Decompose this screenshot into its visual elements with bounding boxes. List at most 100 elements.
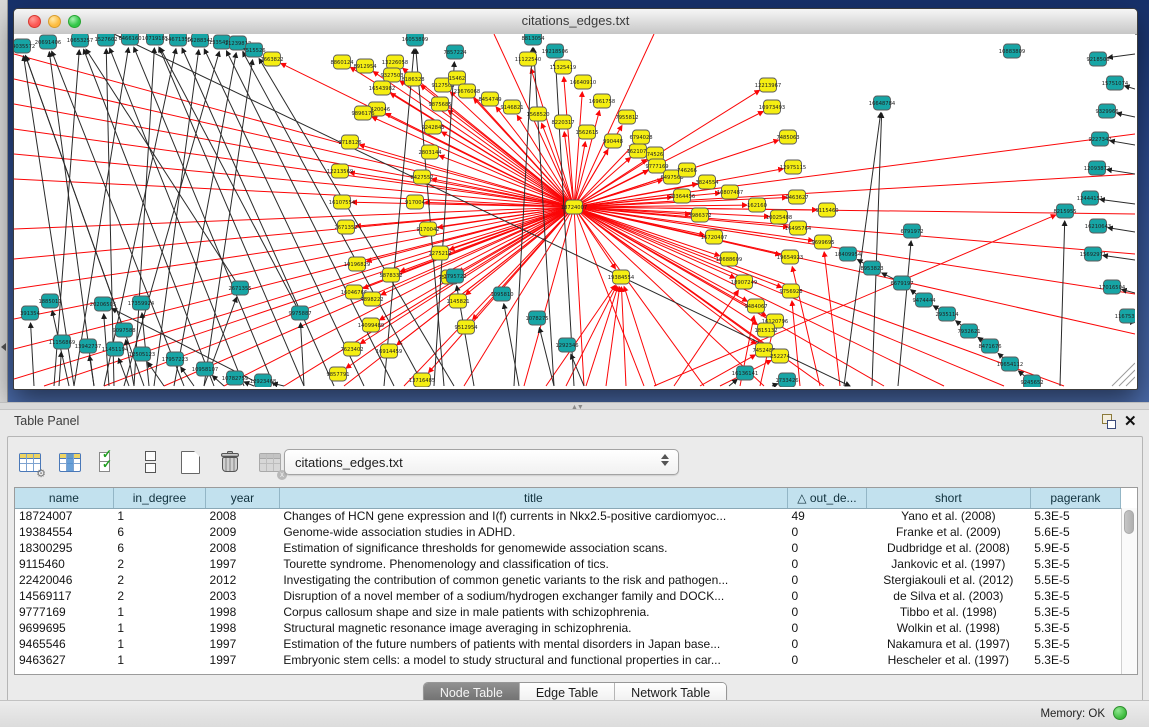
node-label: 8953823 xyxy=(860,266,883,272)
table-cell: 1998 xyxy=(206,604,280,620)
node-label: 6794028 xyxy=(629,135,652,141)
table-cell: 2 xyxy=(113,588,205,604)
table-row[interactable]: 1456911722003Disruption of a novel membe… xyxy=(15,588,1121,604)
table-cell: Investigating the contribution of common… xyxy=(279,572,787,588)
table-cell: 2009 xyxy=(206,524,280,540)
node-table-grid[interactable]: namein_degreeyeartitle△ out_de...shortpa… xyxy=(15,488,1121,668)
table-row[interactable]: 946362711997Embryonic stem cells: a mode… xyxy=(15,652,1121,668)
collapse-panel-arrow-icon[interactable] xyxy=(1,343,6,351)
table-cell: Hescheler et al. (1997) xyxy=(866,652,1030,668)
resize-grip-icon[interactable] xyxy=(1112,363,1135,386)
node-label: 162160 xyxy=(747,203,767,209)
table-row[interactable]: 946554611997Estimation of the future num… xyxy=(15,636,1121,652)
column-header-title[interactable]: title xyxy=(279,488,787,508)
select-rows-icon[interactable]: ✓✓ xyxy=(96,448,124,476)
table-row[interactable]: 1872400712008Changes of HCN gene express… xyxy=(15,508,1121,524)
float-window-icon[interactable] xyxy=(1100,414,1115,429)
node-label: 16107554 xyxy=(329,200,356,206)
network-window[interactable]: citations_edges.txt 187240077663822886 xyxy=(13,8,1138,390)
network-canvas[interactable]: 1872400776638228860124891295413226058932… xyxy=(14,34,1135,387)
row-height-icon[interactable] xyxy=(136,448,164,476)
node-label: 8186328 xyxy=(401,77,424,83)
table-cell: 0 xyxy=(787,556,866,572)
table-cell: Franke et al. (2009) xyxy=(866,524,1030,540)
node-label: 16961758 xyxy=(589,99,615,105)
delete-table-icon[interactable] xyxy=(216,448,244,476)
table-cell: 1998 xyxy=(206,620,280,636)
node-label: 7515526 xyxy=(242,48,265,54)
table-cell: 2 xyxy=(113,572,205,588)
node-label: 10654112 xyxy=(997,362,1023,368)
node-label: 7663822 xyxy=(260,57,283,63)
node-label: 7932621 xyxy=(957,329,980,335)
table-cell: 0 xyxy=(787,540,866,556)
node-label: 1733426 xyxy=(775,378,798,384)
node-label: 16543982 xyxy=(369,86,395,92)
table-cell: 5.3E-5 xyxy=(1030,636,1120,652)
table-panel-title: Table Panel xyxy=(14,414,79,428)
new-table-icon[interactable] xyxy=(176,448,204,476)
split-divider[interactable]: ▲▼ xyxy=(0,402,1149,410)
node-label: 1078275 xyxy=(525,316,548,322)
column-header-name[interactable]: name xyxy=(15,488,113,508)
node-label: 12975115 xyxy=(780,165,806,171)
table-vertical-scrollbar[interactable] xyxy=(1121,508,1137,674)
table-cell: 6 xyxy=(113,524,205,540)
node-label: 252274 xyxy=(770,354,791,360)
node-label: 12213967 xyxy=(755,83,781,89)
table-row[interactable]: 969969511998Structural magnetic resonanc… xyxy=(15,620,1121,636)
node-label: 16053809 xyxy=(402,37,428,43)
node-label: 7986372 xyxy=(688,213,711,219)
node-label: 2935114 xyxy=(935,312,959,318)
table-row[interactable]: 911546021997Tourette syndrome. Phenomeno… xyxy=(15,556,1121,572)
network-graph[interactable]: 1872400776638228860124891295413226058932… xyxy=(14,34,1135,387)
table-settings-icon[interactable]: ⚙ xyxy=(16,448,44,476)
table-cell: Estimation of significance thresholds fo… xyxy=(279,540,787,556)
table-selector-dropdown[interactable]: citations_edges.txt xyxy=(284,449,679,475)
node-label: 12505123 xyxy=(129,352,155,358)
node-label: 8912954 xyxy=(353,64,377,70)
node-label: 15462 xyxy=(449,76,466,82)
table-cell: Jankovic et al. (1997) xyxy=(866,556,1030,572)
column-header-year[interactable]: year xyxy=(206,488,280,508)
column-header-out_de[interactable]: △ out_de... xyxy=(787,488,866,508)
table-cell: Stergiakouli et al. (2012) xyxy=(866,572,1030,588)
table-cell: 1997 xyxy=(206,636,280,652)
node-label: 9115460 xyxy=(815,208,838,214)
import-table-disabled-icon[interactable]: x xyxy=(256,448,284,476)
memory-ok-indicator-icon[interactable] xyxy=(1113,706,1127,720)
node-label: 9227342 xyxy=(1088,137,1111,143)
column-header-short[interactable]: short xyxy=(866,488,1030,508)
table-row[interactable]: 977716911998Corpus callosum shape and si… xyxy=(15,604,1121,620)
network-window-titlebar[interactable]: citations_edges.txt xyxy=(14,9,1137,35)
window-title: citations_edges.txt xyxy=(14,13,1137,28)
node-label: 10025488 xyxy=(766,215,792,221)
table-cell: 0 xyxy=(787,620,866,636)
node-table: namein_degreeyeartitle△ out_de...shortpa… xyxy=(14,487,1138,675)
node-label: 9146821 xyxy=(500,105,523,111)
node-label: 1815132 xyxy=(754,328,777,334)
node-label: 1562615 xyxy=(575,130,598,136)
column-header-pagerank[interactable]: pagerank xyxy=(1030,488,1120,508)
table-row[interactable]: 1830029562008Estimation of significance … xyxy=(15,540,1121,556)
node-label: 9857791 xyxy=(326,372,349,378)
node-label: 10807487 xyxy=(717,190,743,196)
column-header-in_degree[interactable]: in_degree xyxy=(113,488,205,508)
select-column-icon[interactable] xyxy=(56,448,84,476)
close-icon[interactable]: ✕ xyxy=(1124,412,1137,430)
table-cell: 5.3E-5 xyxy=(1030,652,1120,668)
node-label: 14099489 xyxy=(358,323,384,329)
scrollbar-thumb[interactable] xyxy=(1124,510,1134,534)
node-label: 6679197 xyxy=(890,281,913,287)
node-label: 2803144 xyxy=(418,150,442,156)
node-label: 18724007 xyxy=(561,205,587,211)
node-label: 9245652 xyxy=(1020,380,1043,386)
node-label: 20364456 xyxy=(669,194,695,200)
node-label: 10973493 xyxy=(759,105,785,111)
table-row[interactable]: 2242004622012Investigating the contribut… xyxy=(15,572,1121,588)
node-label: 8860124 xyxy=(330,60,354,66)
node-label: 391354 xyxy=(20,311,41,317)
node-label: 9327503 xyxy=(380,73,403,79)
table-row[interactable]: 1938455462009Genome-wide association stu… xyxy=(15,524,1121,540)
node-label: 13942737 xyxy=(75,344,101,350)
